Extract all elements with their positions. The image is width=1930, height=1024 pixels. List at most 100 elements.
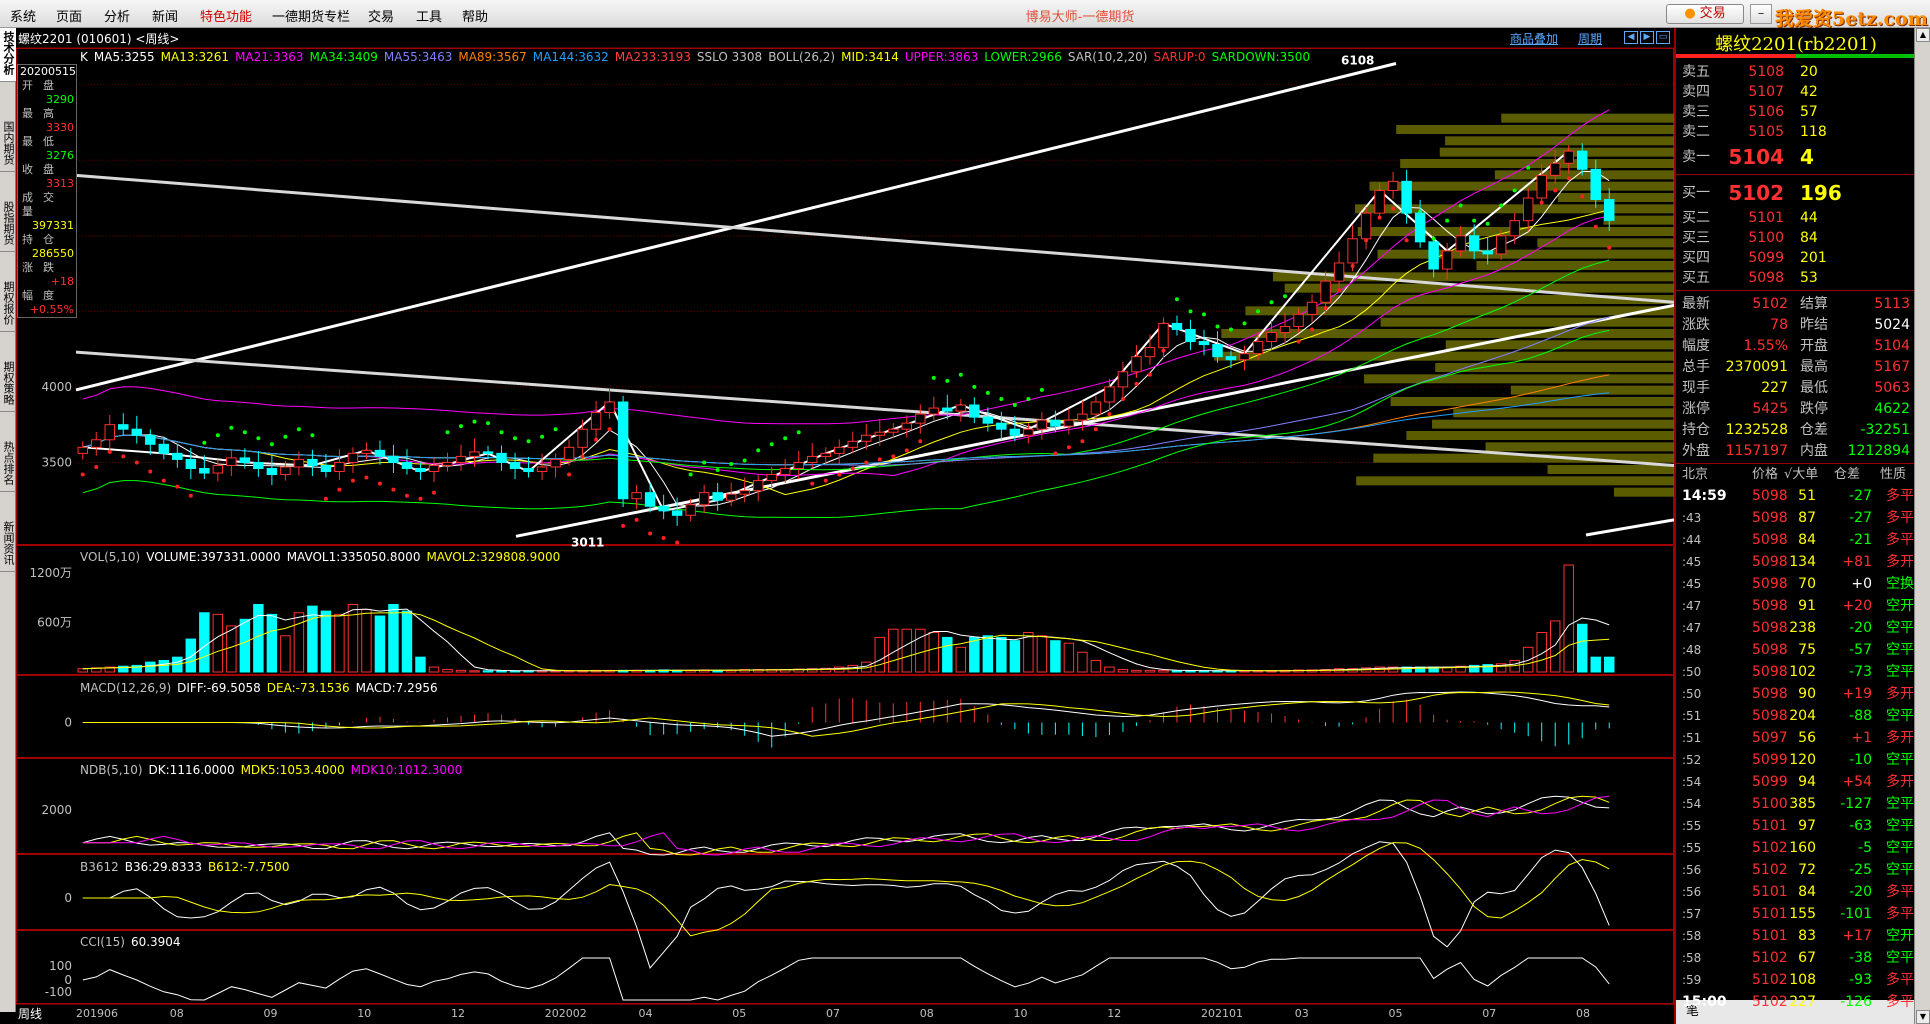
volume-profile-bar xyxy=(1390,397,1674,406)
candle-down xyxy=(307,458,318,466)
minimize-icon[interactable]: – xyxy=(1750,4,1772,24)
nav-right-icon[interactable]: ▶ xyxy=(1640,31,1654,44)
candle-up xyxy=(604,401,615,414)
tab-domestic-futures[interactable]: 国内期货 xyxy=(0,118,16,172)
tick-open-interest-change: +54 xyxy=(1842,774,1872,790)
tick-time: :47 xyxy=(1682,621,1702,635)
sar-dot xyxy=(418,496,423,501)
tick-time: :59 xyxy=(1682,973,1702,987)
ask-row[interactable]: 卖五 5108 20 xyxy=(1676,62,1916,82)
main-legend-item: MA5:3255 xyxy=(93,50,155,64)
menu-news[interactable]: 新闻 xyxy=(152,6,178,25)
tab-option-strategy[interactable]: 期权策略 xyxy=(0,358,16,412)
bid-row[interactable]: 买一 5102 196 xyxy=(1676,178,1916,208)
tab-option-quotes[interactable]: 期权报价 xyxy=(0,278,16,332)
trend-line xyxy=(75,350,1674,467)
trade-button[interactable]: ● 交易 xyxy=(1666,4,1744,24)
tick-price: 5102 xyxy=(1752,950,1788,966)
bid-row[interactable]: 买三 5100 84 xyxy=(1676,228,1916,248)
tick-volume: 155 xyxy=(1789,906,1816,922)
tab-news-info[interactable]: 新闻资讯 xyxy=(0,518,16,572)
ask-row[interactable]: 卖三 5106 57 xyxy=(1676,102,1916,122)
bid-row[interactable]: 买五 5098 53 xyxy=(1676,268,1916,288)
tick-open-interest-change: +17 xyxy=(1842,928,1872,944)
volume-bar xyxy=(320,610,332,673)
cci-legend-item: CCI(15) xyxy=(80,935,125,949)
volume-bar xyxy=(158,659,170,673)
scroll-down-icon[interactable]: ▼ xyxy=(1916,1010,1930,1024)
x-tick-label: 07 xyxy=(1482,1007,1497,1020)
b3612-legend-item: B3612 xyxy=(80,860,119,874)
candle-up xyxy=(698,492,710,506)
volume-bar xyxy=(1522,646,1534,673)
tick-volume: 72 xyxy=(1798,862,1816,878)
tick-open-interest-change: +81 xyxy=(1842,554,1872,570)
menu-analysis[interactable]: 分析 xyxy=(104,6,130,25)
menu-page[interactable]: 页面 xyxy=(56,6,82,25)
nav-left-icon[interactable]: ◀ xyxy=(1624,31,1638,44)
trade-button-label: 交易 xyxy=(1699,6,1726,21)
tick-kind: 多开 xyxy=(1886,686,1914,702)
candle-up xyxy=(347,452,359,463)
tick-volume: 67 xyxy=(1798,950,1816,966)
ask-row[interactable]: 卖一 5104 4 xyxy=(1676,142,1916,172)
vertical-scrollbar[interactable]: ▲ ▼ xyxy=(1914,28,1930,1024)
tab-index-futures[interactable]: 股指期货 xyxy=(0,198,16,252)
period-link[interactable]: 周期 xyxy=(1578,30,1602,47)
bid-row[interactable]: 买二 5101 44 xyxy=(1676,208,1916,228)
left-tab-strip: 技术分析 国内期货 股指期货 期权报价 期权策略 热点排名 新闻资讯 xyxy=(0,28,16,1012)
x-tick-label: 07 xyxy=(826,1007,840,1020)
volume-bar xyxy=(334,613,345,673)
sar-dot xyxy=(1242,321,1247,326)
candle-up xyxy=(1509,220,1520,237)
ndb-mdk5-line xyxy=(82,795,1610,856)
tick-price: 5098 xyxy=(1752,532,1788,548)
candle-down xyxy=(1050,419,1061,427)
sar-dot xyxy=(486,421,491,426)
menu-help[interactable]: 帮助 xyxy=(462,6,488,25)
candle-up xyxy=(888,428,899,433)
candle-down xyxy=(1577,150,1588,170)
sar-dot xyxy=(1012,403,1017,408)
sar-dot xyxy=(904,448,909,453)
tab-technical-analysis[interactable]: 技术分析 xyxy=(0,28,16,82)
chart-title: 螺纹2201 (010601) <周线> xyxy=(18,32,180,46)
ask-row[interactable]: 卖四 5107 42 xyxy=(1676,82,1916,102)
volume-bar xyxy=(1036,635,1048,673)
stat-label: 仓差 xyxy=(1800,422,1828,438)
volume-bar xyxy=(401,610,413,673)
chart-header: 螺纹2201 (010601) <周线> 商品叠加 周期 ◀ ▶ ▭ xyxy=(16,28,1674,48)
sar-dot xyxy=(1580,194,1585,199)
menu-features[interactable]: 特色功能 xyxy=(200,6,252,25)
info-label: 持仓 xyxy=(22,233,64,246)
menu-tools[interactable]: 工具 xyxy=(416,6,442,25)
stat-label: 幅度 xyxy=(1682,338,1710,354)
scroll-up-icon[interactable]: ▲ xyxy=(1916,28,1930,42)
sar-dot xyxy=(148,469,153,474)
sar-dot xyxy=(350,478,355,483)
sar-dot xyxy=(1188,309,1193,314)
sar-dot xyxy=(404,493,409,498)
ask-row[interactable]: 卖二 5105 118 xyxy=(1676,122,1916,142)
window-icon[interactable]: ▭ xyxy=(1656,31,1670,44)
b3612-legend-item: B36:29.8333 xyxy=(124,860,202,874)
x-tick-label: 12 xyxy=(451,1007,465,1020)
price-annotation: 3011 xyxy=(571,535,604,549)
bid-row[interactable]: 买四 5099 201 xyxy=(1676,248,1916,268)
candle-up xyxy=(1495,235,1507,255)
tick-price: 5098 xyxy=(1752,488,1788,504)
sar-dot xyxy=(1066,445,1071,450)
tab-hot-ranking[interactable]: 热点排名 xyxy=(0,438,16,492)
menu-trade[interactable]: 交易 xyxy=(368,6,394,25)
sar-dot xyxy=(1283,294,1288,299)
sar-dot xyxy=(175,484,180,489)
menu-system[interactable]: 系统 xyxy=(10,6,36,25)
stat-label: 最新 xyxy=(1682,296,1710,312)
sar-dot xyxy=(1404,238,1409,243)
stat-row: 总手 2370091 最高 5167 xyxy=(1676,357,1916,377)
sar-dot xyxy=(1337,288,1342,293)
candle-up xyxy=(361,449,372,454)
menu-yide-column[interactable]: 一德期货专栏 xyxy=(272,6,350,25)
overlay-commodity-link[interactable]: 商品叠加 xyxy=(1510,30,1558,47)
tick-volume: 87 xyxy=(1798,510,1816,526)
